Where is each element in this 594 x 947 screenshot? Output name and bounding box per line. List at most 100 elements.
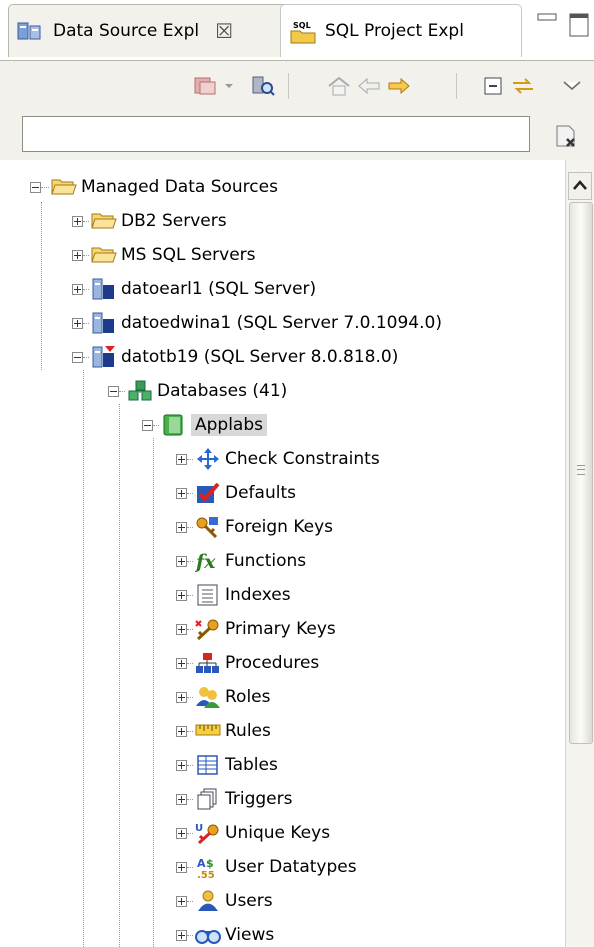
dropdown-arrow-icon[interactable] <box>222 75 236 97</box>
collapse-all-icon[interactable] <box>480 75 506 97</box>
tree-node-label: Foreign Keys <box>225 517 334 537</box>
link-with-editor-icon[interactable] <box>510 75 536 97</box>
functions-icon: fx <box>194 550 219 573</box>
tree-node-unique-keys[interactable]: U Unique Keys <box>176 818 330 848</box>
tree-node-db2-servers[interactable]: DB2 Servers <box>72 206 227 236</box>
foreign-keys-icon <box>195 516 219 539</box>
tree-node-database-applabs[interactable]: Applabs <box>142 410 267 440</box>
tree-node-label: Triggers <box>225 789 293 809</box>
tree-node-foreign-keys[interactable]: Foreign Keys <box>176 512 333 542</box>
tree-node-connection[interactable]: datoearl1 (SQL Server) <box>72 274 316 304</box>
tree-node-ms-sql-servers[interactable]: MS SQL Servers <box>72 240 256 270</box>
users-icon <box>195 890 219 912</box>
expand-icon[interactable] <box>176 657 187 669</box>
database-connection-icon <box>91 312 115 334</box>
tree-node-label: Check Constraints <box>225 449 380 469</box>
tree-node-label: User Datatypes <box>225 857 357 877</box>
tree-node-label: Tables <box>225 755 278 775</box>
defaults-icon <box>195 482 220 504</box>
filter-icon[interactable] <box>250 75 276 97</box>
close-icon[interactable]: ☒ <box>215 19 233 43</box>
tree-node-primary-keys[interactable]: Primary Keys <box>176 614 336 644</box>
tree-node-label: Managed Data Sources <box>81 177 278 197</box>
filter-input[interactable] <box>22 116 530 152</box>
new-connection-icon[interactable] <box>192 75 218 97</box>
forward-icon[interactable] <box>386 75 412 97</box>
expand-icon[interactable] <box>176 453 187 465</box>
expand-icon[interactable] <box>176 895 187 907</box>
database-icon <box>161 414 185 436</box>
database-connection-icon <box>91 278 115 300</box>
expand-icon[interactable] <box>176 793 187 805</box>
expand-icon[interactable] <box>176 759 187 771</box>
tree-node-tables[interactable]: Tables <box>176 750 278 780</box>
tree-node-label: DB2 Servers <box>121 211 227 231</box>
scroll-up-icon[interactable] <box>568 172 592 200</box>
tab-label: SQL Project Expl <box>325 21 464 41</box>
tables-icon <box>195 754 219 776</box>
check-constraints-icon <box>195 448 219 470</box>
expand-icon[interactable] <box>72 215 83 227</box>
view-tab-bar: Data Source Expl ☒ SQL SQL Project Expl <box>0 0 594 62</box>
svg-text:$: $ <box>206 857 214 870</box>
expand-icon[interactable] <box>176 521 187 533</box>
expand-icon[interactable] <box>176 623 187 635</box>
expand-icon[interactable] <box>176 929 187 941</box>
expand-icon[interactable] <box>176 555 187 567</box>
tree-node-label: Roles <box>225 687 271 707</box>
tree-node-roles[interactable]: Roles <box>176 682 271 712</box>
expand-icon[interactable] <box>176 861 187 873</box>
rules-icon <box>195 720 221 742</box>
tree-node-label: Primary Keys <box>225 619 336 639</box>
tree-node-label: datoedwina1 (SQL Server 7.0.1094.0) <box>121 313 442 333</box>
tree-node-indexes[interactable]: Indexes <box>176 580 291 610</box>
tree-node-users[interactable]: Users <box>176 886 273 916</box>
vertical-scrollbar[interactable] <box>565 160 594 947</box>
tree-node-managed-data-sources[interactable]: Managed Data Sources <box>30 172 278 202</box>
expand-icon[interactable] <box>176 725 187 737</box>
tree-guide-line <box>119 404 120 947</box>
collapse-icon[interactable] <box>142 419 153 431</box>
database-connection-connected-icon <box>91 346 115 368</box>
triggers-icon <box>195 788 219 810</box>
expand-icon[interactable] <box>72 249 83 261</box>
tab-label: Data Source Expl <box>53 21 200 41</box>
view-menu-icon[interactable] <box>560 75 584 97</box>
tab-data-source-explorer[interactable]: Data Source Expl ☒ <box>8 4 288 57</box>
databases-folder-icon <box>127 380 152 402</box>
tree-node-label: Users <box>225 891 273 911</box>
home-icon[interactable] <box>326 75 352 97</box>
expand-icon[interactable] <box>176 691 187 703</box>
tree-node-triggers[interactable]: Triggers <box>176 784 293 814</box>
tree-node-check-constraints[interactable]: Check Constraints <box>176 444 380 474</box>
minimize-icon[interactable] <box>537 13 557 21</box>
clear-filter-icon[interactable] <box>554 124 578 150</box>
maximize-icon[interactable] <box>569 13 589 37</box>
tree-node-user-datatypes[interactable]: A $ .55 User Datatypes <box>176 852 357 882</box>
expand-icon[interactable] <box>176 827 187 839</box>
tree-node-views[interactable]: Views <box>176 920 274 947</box>
tree-node-defaults[interactable]: Defaults <box>176 478 296 508</box>
tree-node-connection-active[interactable]: datotb19 (SQL Server 8.0.818.0) <box>72 342 398 372</box>
tree-node-label: datotb19 (SQL Server 8.0.818.0) <box>121 347 399 367</box>
filter-bar <box>0 110 594 160</box>
tree-node-databases[interactable]: Databases (41) <box>108 376 287 406</box>
expand-icon[interactable] <box>72 283 83 295</box>
tab-sql-project-explorer[interactable]: SQL SQL Project Expl <box>280 4 522 57</box>
collapse-icon[interactable] <box>72 351 83 363</box>
collapse-icon[interactable] <box>30 181 41 193</box>
tree-node-procedures[interactable]: Procedures <box>176 648 319 678</box>
expand-icon[interactable] <box>72 317 83 329</box>
tree-node-functions[interactable]: fx Functions <box>176 546 306 576</box>
toolbar-separator <box>288 73 289 99</box>
back-icon[interactable] <box>356 75 382 97</box>
expand-icon[interactable] <box>176 487 187 499</box>
tree-node-connection[interactable]: datoedwina1 (SQL Server 7.0.1094.0) <box>72 308 442 338</box>
scrollbar-thumb[interactable] <box>569 202 593 744</box>
tree-node-rules[interactable]: Rules <box>176 716 271 746</box>
data-source-tree[interactable]: Managed Data Sources DB2 Servers MS SQL … <box>0 160 565 947</box>
svg-text:.55: .55 <box>197 870 215 880</box>
expand-icon[interactable] <box>176 589 187 601</box>
collapse-icon[interactable] <box>108 385 119 397</box>
folder-open-icon <box>51 176 77 198</box>
